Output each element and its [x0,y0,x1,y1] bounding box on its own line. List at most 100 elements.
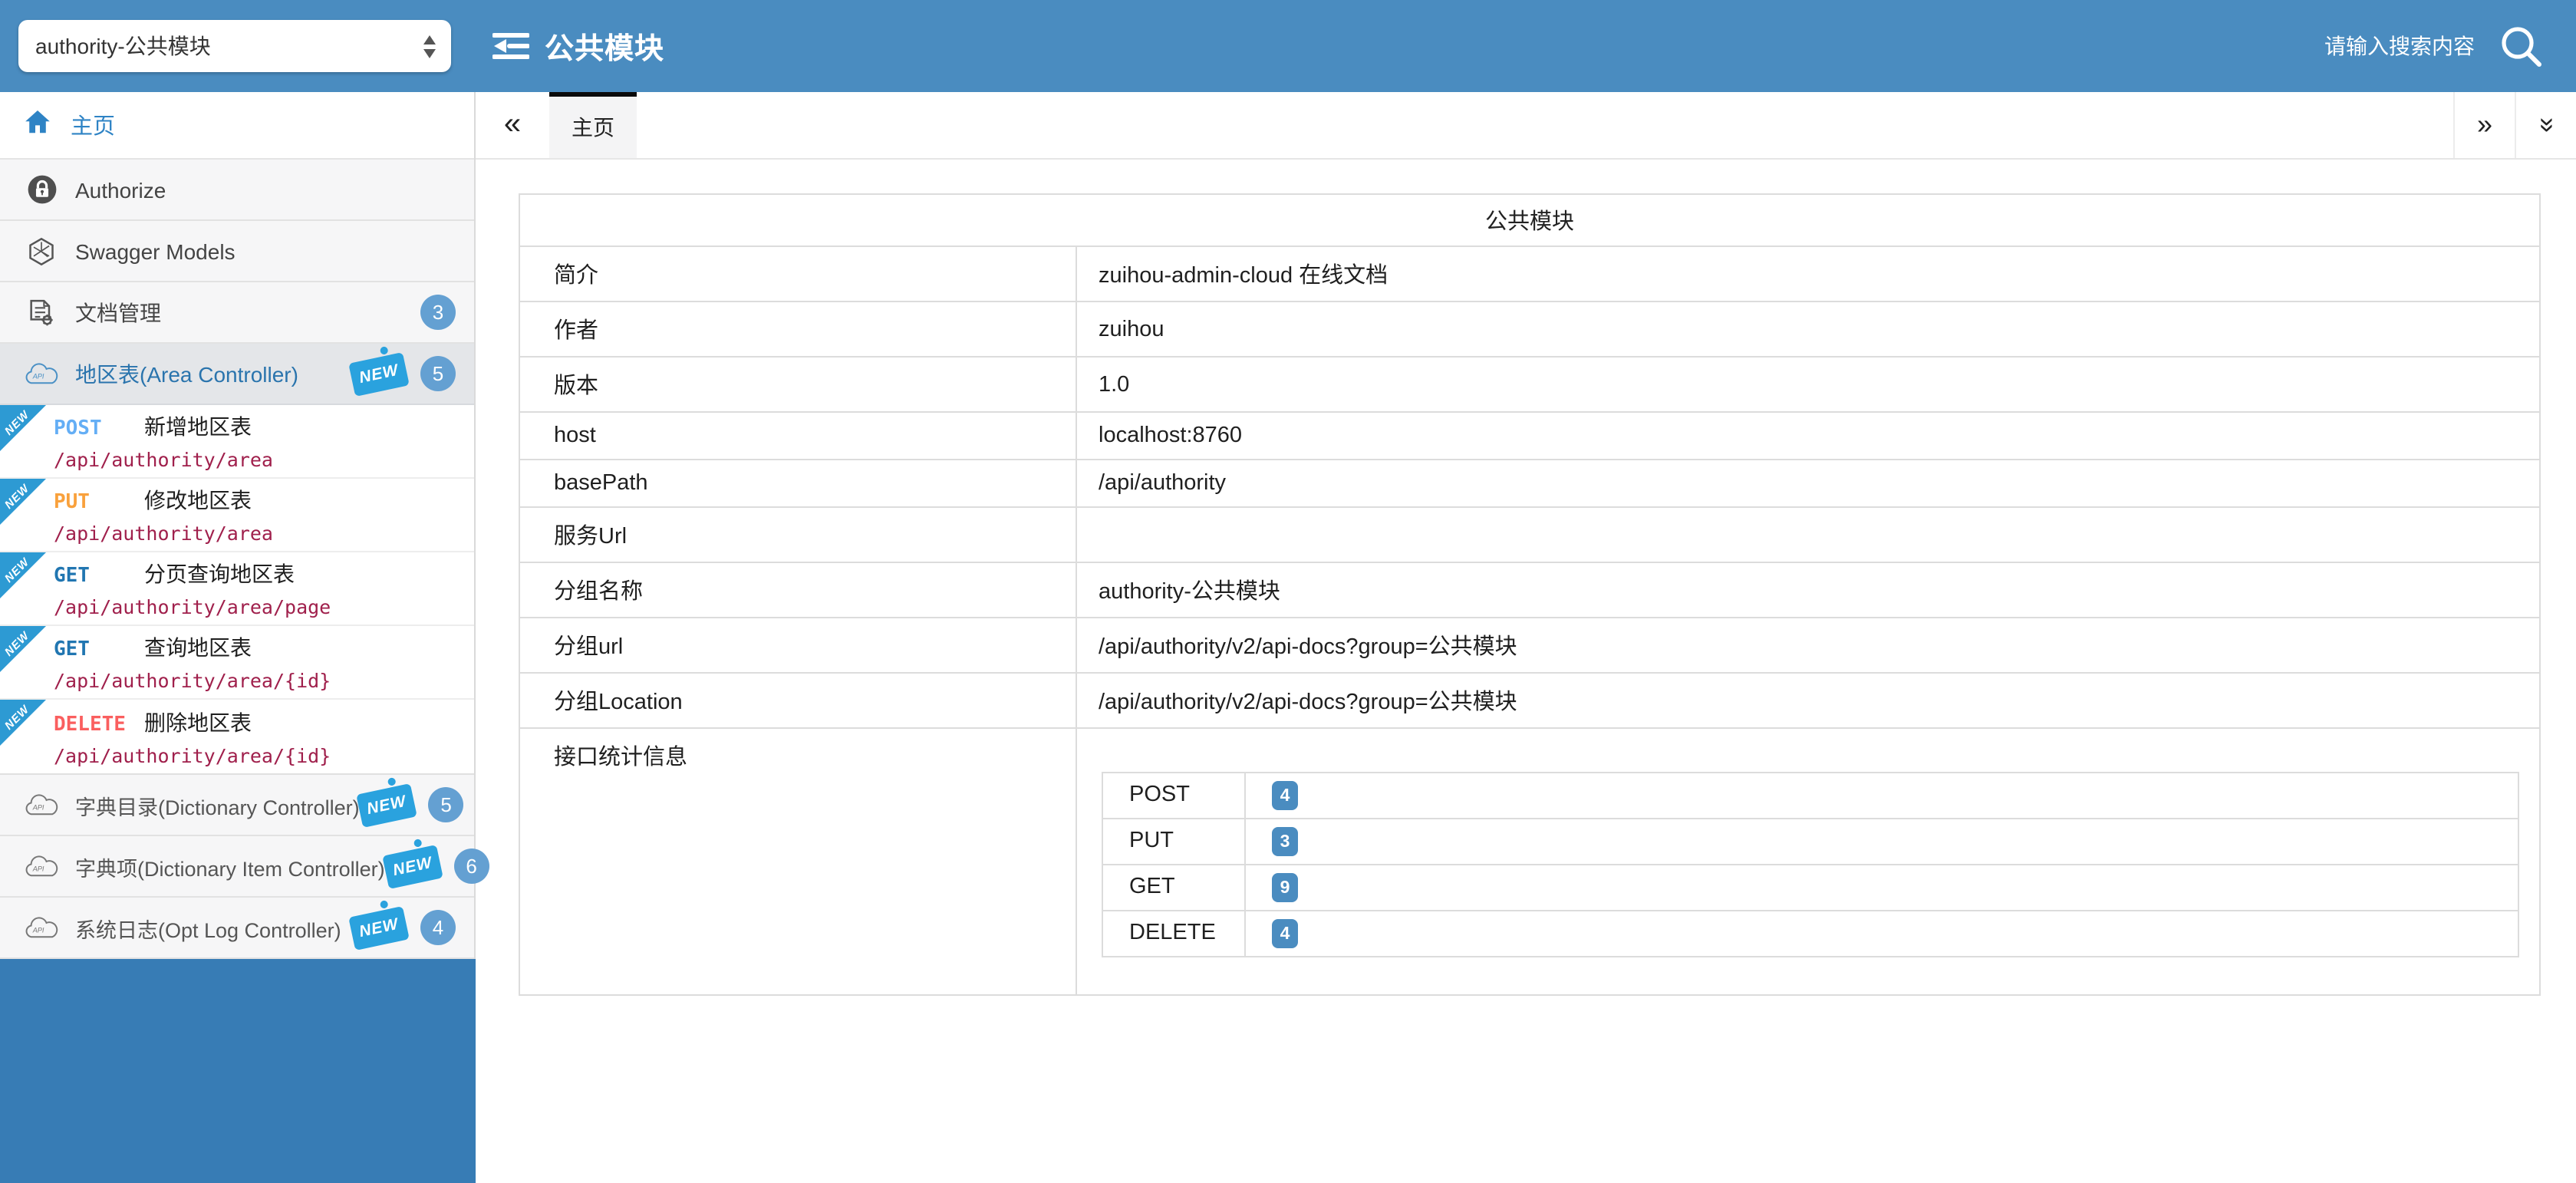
row-label: 服务Url [519,507,1076,562]
sidebar-item-label: 字典项(Dictionary Item Controller) [75,851,385,881]
sidebar-controller-dictionary[interactable]: API 字典目录(Dictionary Controller) NEW 5 [0,775,474,836]
swagger-doc-page: authority-公共模块 公共模块 请输入搜索内容 [0,0,2576,1183]
row-label: host [519,412,1076,460]
tab-bar: « 主页 » « [476,92,2576,160]
content-panel: 公共模块 简介 zuihou-admin-cloud 在线文档 作者 zuiho… [476,160,2576,1183]
endpoint-path: /api/authority/area/{id} [54,669,474,692]
table-row: PUT 3 [1102,819,2518,865]
svg-text:API: API [32,926,44,934]
page-title: 公共模块 [545,25,664,67]
search-area: 请输入搜索内容 [2324,25,2542,68]
endpoint-page-query-area[interactable]: NEW GET 分页查询地区表 /api/authority/area/page [0,552,474,626]
new-tag: NEW [348,905,410,950]
new-ribbon: NEW [0,700,46,746]
method-label: GET [54,638,126,661]
method-count-badge: 4 [1272,781,1298,810]
table-row: host localhost:8760 [519,412,2540,460]
table-row: basePath /api/authority [519,460,2540,507]
endpoint-get-area[interactable]: NEW GET 查询地区表 /api/authority/area/{id} [0,626,474,700]
endpoint-name: 查询地区表 [144,632,252,663]
sidebar-item-label: 地区表(Area Controller) [75,358,298,389]
new-ribbon: NEW [0,626,46,672]
table-row: 简介 zuihou-admin-cloud 在线文档 [519,246,2540,302]
endpoint-delete-area[interactable]: NEW DELETE 删除地区表 /api/authority/area/{id… [0,700,474,773]
tabs-scroll-right-icon[interactable]: » [2453,92,2515,158]
table-row: 分组名称 authority-公共模块 [519,562,2540,618]
svg-text:API: API [32,803,44,811]
row-value: localhost:8760 [1076,412,2540,460]
endpoint-path: /api/authority/area/{id} [54,743,474,766]
search-input[interactable]: 请输入搜索内容 [2324,31,2475,61]
new-ribbon: NEW [0,552,46,598]
table-row: 分组url /api/authority/v2/api-docs?group=公… [519,618,2540,673]
method-label: POST [54,417,126,440]
endpoint-add-area[interactable]: NEW POST 新增地区表 /api/authority/area [0,405,474,479]
tab-home[interactable]: 主页 [549,92,637,158]
method-name: GET [1102,865,1245,911]
sidebar-controller-opt-log[interactable]: API 系统日志(Opt Log Controller) NEW 4 [0,898,474,959]
method-label: DELETE [54,713,126,736]
top-bar: authority-公共模块 公共模块 请输入搜索内容 [0,0,2576,92]
sidebar-item-swagger-models[interactable]: Swagger Models [0,221,474,282]
sidebar-item-label: 系统日志(Opt Log Controller) [75,912,341,943]
doc-gear-icon [23,297,60,328]
row-label: 分组url [519,618,1076,673]
tabs-scroll-left-icon[interactable]: « [476,92,549,158]
cloud-api-icon: API [23,914,60,941]
sidebar-item-doc-manage[interactable]: 文档管理 3 [0,282,474,344]
method-name: POST [1102,773,1245,819]
table-row: POST 4 [1102,773,2518,819]
new-ribbon: NEW [0,405,46,451]
table-row: 分组Location /api/authority/v2/api-docs?gr… [519,673,2540,728]
method-count-badge: 4 [1272,919,1298,948]
count-badge: 4 [420,910,456,945]
group-select-value: authority-公共模块 [35,31,211,61]
main-area: « 主页 » « 公共模块 简介 zuihou-admin-cloud 在线文档… [476,92,2576,1183]
endpoint-path: /api/authority/area [54,522,474,545]
cloud-api-icon: API [23,360,60,387]
count-badge: 6 [454,849,489,884]
table-title: 公共模块 [519,194,2540,246]
row-value [1076,507,2540,562]
sidebar-menu: 主页 Authorize [0,92,476,959]
sidebar-item-label: 字典目录(Dictionary Controller) [75,789,360,820]
menu-fold-icon[interactable] [492,29,529,63]
cloud-api-icon: API [23,791,60,819]
endpoint-update-area[interactable]: NEW PUT 修改地区表 /api/authority/area [0,479,474,552]
sidebar-controller-dictionary-item[interactable]: API 字典项(Dictionary Item Controller) NEW … [0,836,474,898]
endpoint-name: 删除地区表 [144,707,252,737]
method-count-badge: 3 [1272,827,1298,856]
new-tag: NEW [382,844,443,888]
search-icon[interactable] [2499,25,2542,68]
sidebar-controller-area[interactable]: API 地区表(Area Controller) NEW 5 [0,344,474,405]
method-stats-table: POST 4 PUT 3 GET 9 [1102,772,2519,957]
tabbar-spacer [637,92,2453,158]
stats-row: 接口统计信息 POST 4 PUT 3 G [519,728,2540,995]
row-value: zuihou-admin-cloud 在线文档 [1076,246,2540,302]
row-value: authority-公共模块 [1076,562,2540,618]
new-tag: NEW [348,351,410,396]
endpoint-name: 修改地区表 [144,485,252,516]
method-label: GET [54,565,126,588]
stats-cell: POST 4 PUT 3 GET 9 [1076,728,2540,995]
count-badge: 3 [420,295,456,330]
count-badge: 5 [429,787,464,822]
row-label: 简介 [519,246,1076,302]
table-row: 服务Url [519,507,2540,562]
table-row: GET 9 [1102,865,2518,911]
sidebar-item-label: 文档管理 [75,297,161,328]
method-name: DELETE [1102,911,1245,957]
sidebar-item-label: Swagger Models [75,239,236,263]
table-row: 作者 zuihou [519,302,2540,357]
table-row: DELETE 4 [1102,911,2518,957]
endpoint-list: NEW POST 新增地区表 /api/authority/area NEW P… [0,405,474,775]
module-info-table: 公共模块 简介 zuihou-admin-cloud 在线文档 作者 zuiho… [519,193,2541,996]
group-select[interactable]: authority-公共模块 [18,20,451,72]
sidebar-item-authorize[interactable]: Authorize [0,160,474,221]
row-value: /api/authority/v2/api-docs?group=公共模块 [1076,618,2540,673]
sidebar-item-home[interactable]: 主页 [0,92,474,160]
method-name: PUT [1102,819,1245,865]
endpoint-name: 分页查询地区表 [144,559,295,589]
tabs-expand-down-icon[interactable]: « [2515,92,2576,158]
method-label: PUT [54,491,126,514]
